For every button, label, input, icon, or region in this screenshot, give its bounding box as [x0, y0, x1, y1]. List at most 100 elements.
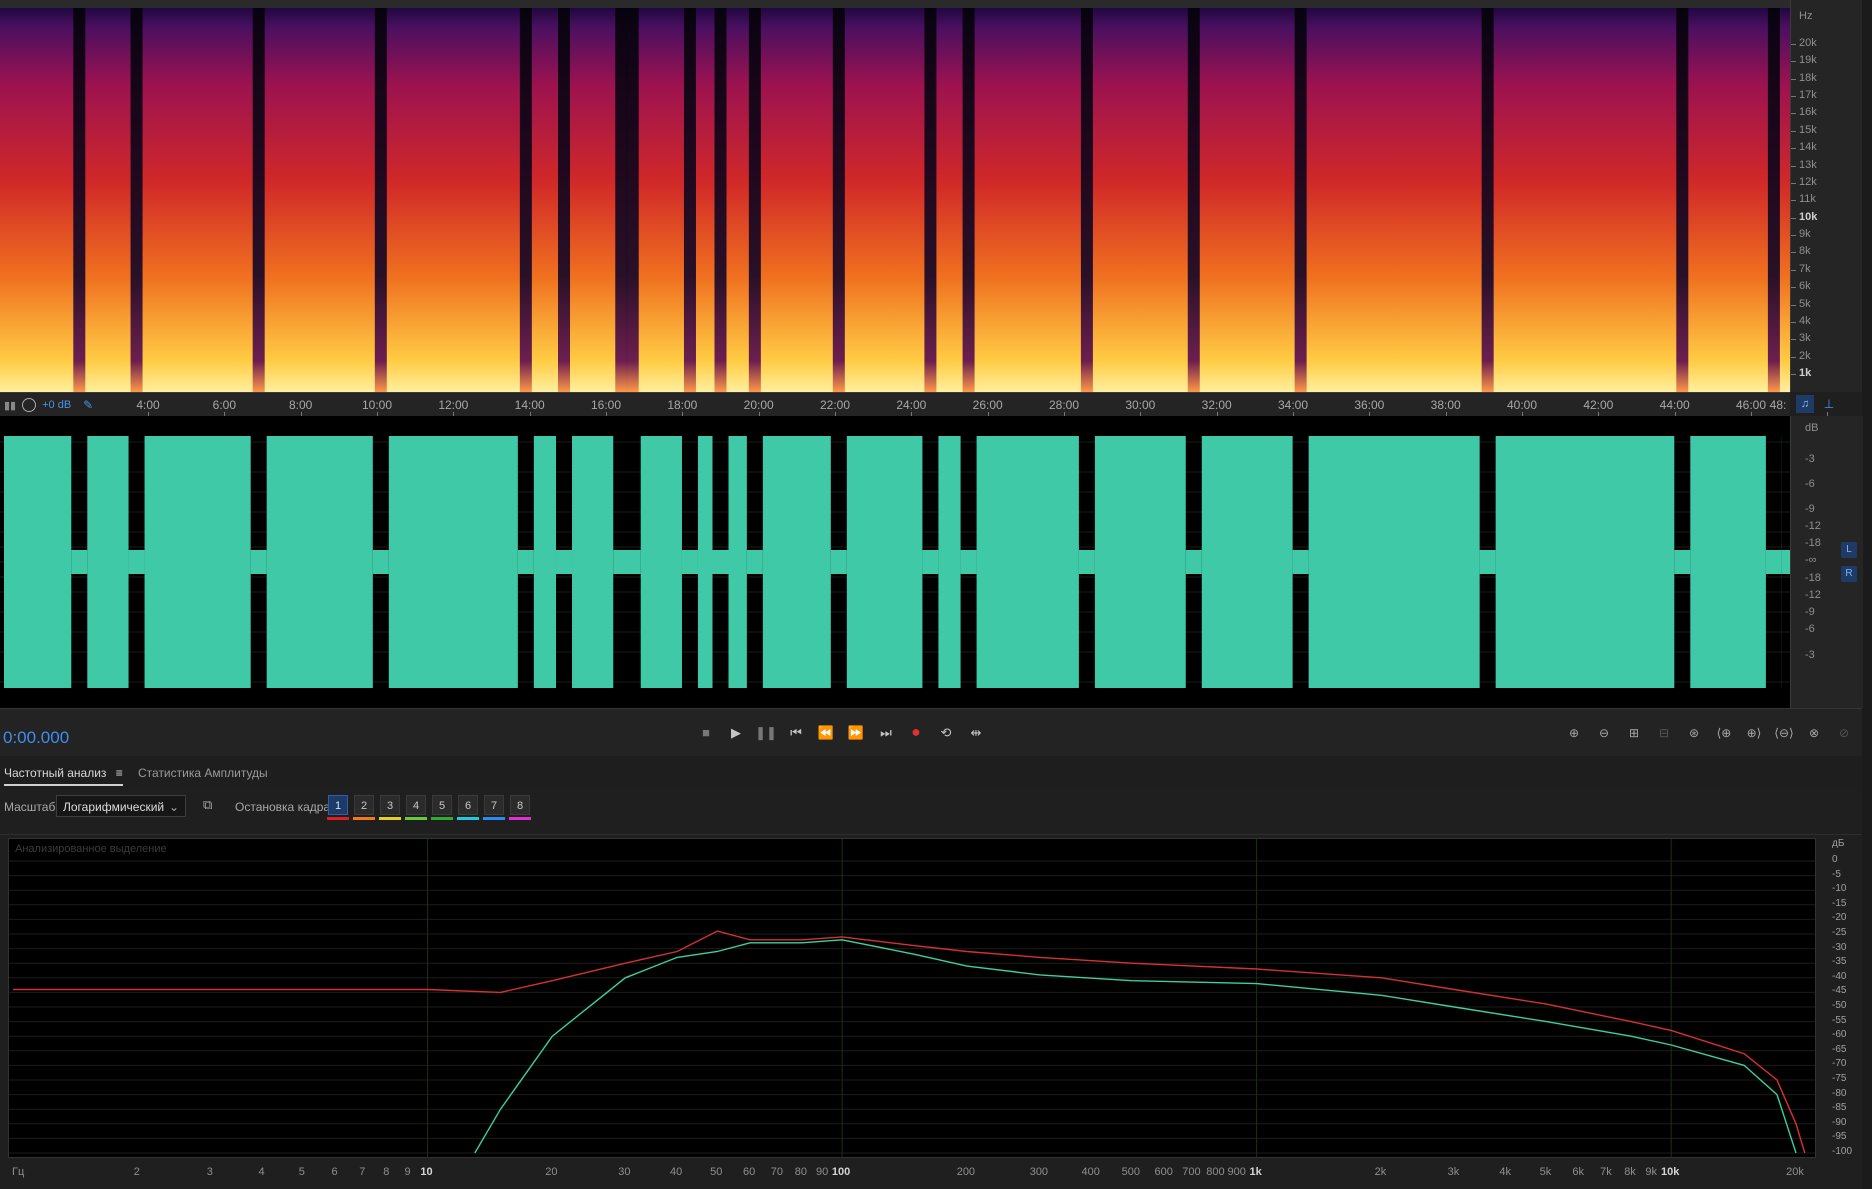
- zoom-disabled-icon[interactable]: ⊘: [1831, 722, 1857, 744]
- channel-left-toggle[interactable]: L: [1841, 542, 1857, 558]
- freq-db-label: 0: [1832, 854, 1838, 865]
- spectrogram-gap: [714, 8, 727, 392]
- record-button[interactable]: ●: [905, 722, 927, 744]
- freeze-frame-color: [353, 817, 375, 820]
- freq-axis-label: 10k: [1661, 1166, 1680, 1178]
- freq-axis-label: 300: [1029, 1166, 1049, 1178]
- right-edge-strip: [1862, 0, 1872, 1189]
- stop-button[interactable]: ■: [695, 722, 717, 744]
- tab-menu-icon[interactable]: ≡: [116, 766, 123, 780]
- tab-frequency-analysis[interactable]: Частотный анализ ≡: [4, 766, 123, 786]
- time-label: 44:00: [1659, 398, 1690, 412]
- waveform-canvas[interactable]: [0, 416, 1790, 708]
- freq-db-label: -5: [1832, 868, 1841, 880]
- channel-right-toggle[interactable]: R: [1841, 566, 1857, 582]
- freeze-frame-button[interactable]: 7: [484, 795, 504, 815]
- zoom-in-time-icon[interactable]: ⟨⊖⟩: [1771, 722, 1797, 744]
- zoom-time-full-icon[interactable]: ⊗: [1801, 722, 1827, 744]
- go-to-end-button[interactable]: ⏭: [875, 722, 897, 744]
- zoom-in-amplitude-icon[interactable]: ⊕: [1561, 722, 1587, 744]
- rewind-button[interactable]: ⏪: [815, 722, 837, 744]
- freq-axis-unit: Гц: [12, 1166, 25, 1178]
- freeze-frame-button[interactable]: 4: [406, 795, 426, 815]
- freq-axis-label: 9: [404, 1166, 411, 1178]
- waveform-block: [572, 436, 614, 688]
- time-ruler[interactable]: ▮▮ +0 dB ✎ 4:00 6:00 8:00 10:00 12:00 14:00 16…: [0, 392, 1834, 418]
- play-button[interactable]: ▶: [725, 722, 747, 744]
- loop-button[interactable]: ⟲: [935, 722, 957, 744]
- db-label: -6: [1805, 478, 1815, 490]
- freq-axis-label: 700: [1182, 1166, 1201, 1178]
- zoom-to-selection-icon[interactable]: ⊞: [1621, 722, 1647, 744]
- spectrum-line: [474, 939, 1797, 1154]
- time-label: 36:00: [1354, 398, 1385, 412]
- freq-axis-label: 30: [618, 1166, 631, 1178]
- freq-axis-label: 900: [1227, 1166, 1246, 1178]
- spectrogram-gap: [1767, 8, 1780, 392]
- time-label: 6:00: [212, 398, 237, 412]
- freq-axis-label: 6k: [1572, 1166, 1585, 1178]
- freeze-frame-button[interactable]: 3: [380, 795, 400, 815]
- freq-db-unit: дБ: [1832, 838, 1845, 849]
- zoom-in-left-icon[interactable]: ⟨⊕: [1711, 722, 1737, 744]
- hz-label: 10k: [1799, 210, 1818, 223]
- freeze-frame-button[interactable]: 2: [354, 795, 374, 815]
- freq-axis-label: 7: [359, 1166, 366, 1178]
- hz-label: 11k: [1799, 193, 1816, 206]
- hz-label: 4k: [1799, 314, 1811, 327]
- time-label: 30:00: [1125, 398, 1156, 412]
- spectrum-line: [13, 930, 1806, 1154]
- freeze-frame-color: [431, 817, 453, 820]
- pause-button[interactable]: ❚❚: [755, 722, 777, 744]
- freq-db-label: -25: [1832, 927, 1847, 938]
- scale-dropdown[interactable]: Логарифмический ⌄: [56, 795, 186, 817]
- go-to-start-button[interactable]: ⏮: [785, 722, 807, 744]
- zoom-reset-icon[interactable]: ⊛: [1681, 722, 1707, 744]
- zoom-in-right-icon[interactable]: ⊕⟩: [1741, 722, 1767, 744]
- tab-frequency-analysis-label: Частотный анализ: [4, 766, 107, 780]
- freeze-frame-button[interactable]: 1: [328, 795, 348, 815]
- freeze-frame-button[interactable]: 6: [458, 795, 478, 815]
- spectrogram-gap: [962, 8, 975, 392]
- freq-axis-label: 4k: [1499, 1166, 1512, 1178]
- freq-db-label: -50: [1832, 1000, 1847, 1011]
- waveform-block: [1308, 436, 1480, 688]
- freq-db-label: -65: [1832, 1043, 1847, 1055]
- spectrogram-gap: [130, 8, 143, 392]
- freq-axis-label: 1k: [1249, 1166, 1262, 1178]
- freq-db-label: -15: [1832, 897, 1847, 909]
- marker-icon[interactable]: ⊥: [1822, 395, 1836, 413]
- time-label: 48:: [1769, 398, 1787, 412]
- current-time-display[interactable]: 0:00.000: [3, 728, 69, 748]
- copy-icon[interactable]: ⧉: [203, 797, 212, 813]
- db-label: -∞: [1805, 554, 1817, 566]
- frequency-plot[interactable]: [9, 839, 1816, 1158]
- freeze-frame-color: [379, 817, 401, 820]
- hz-label: 6k: [1799, 280, 1811, 293]
- gain-knob-icon[interactable]: [22, 398, 37, 412]
- hz-label: 9k: [1799, 228, 1811, 241]
- zoom-out-amplitude-icon[interactable]: ⊖: [1591, 722, 1617, 744]
- waveform-view[interactable]: [0, 416, 1790, 708]
- freq-db-label: -30: [1832, 941, 1847, 953]
- freq-db-label: -10: [1832, 883, 1847, 895]
- freq-axis-label: 200: [956, 1166, 976, 1178]
- waveform-block: [762, 436, 831, 688]
- spectrogram-canvas[interactable]: [0, 0, 1790, 392]
- frequency-analysis-graph[interactable]: Анализированное выделение: [8, 838, 1816, 1158]
- fast-forward-button[interactable]: ⏩: [845, 722, 867, 744]
- pin-icon[interactable]: ✎: [83, 398, 93, 412]
- hz-label: 16k: [1799, 106, 1817, 119]
- spectrogram-view[interactable]: [0, 0, 1790, 392]
- skip-selection-button[interactable]: ⇹: [965, 722, 987, 744]
- analyzed-selection-label: Анализированное выделение: [15, 843, 167, 855]
- headphones-icon[interactable]: ♫: [1796, 395, 1814, 413]
- zoom-out-full-icon[interactable]: ⊟: [1651, 722, 1677, 744]
- spectrogram-gap: [1187, 8, 1200, 392]
- freeze-frame-button[interactable]: 5: [432, 795, 452, 815]
- freeze-frame-label: Остановка кадра:: [235, 800, 334, 814]
- tab-amplitude-stats[interactable]: Статистика Амплитуды: [138, 766, 268, 780]
- gain-control[interactable]: ▮▮ +0 dB ✎: [0, 393, 116, 417]
- freeze-frame-button[interactable]: 8: [510, 795, 530, 815]
- hz-label: 13k: [1799, 158, 1817, 171]
